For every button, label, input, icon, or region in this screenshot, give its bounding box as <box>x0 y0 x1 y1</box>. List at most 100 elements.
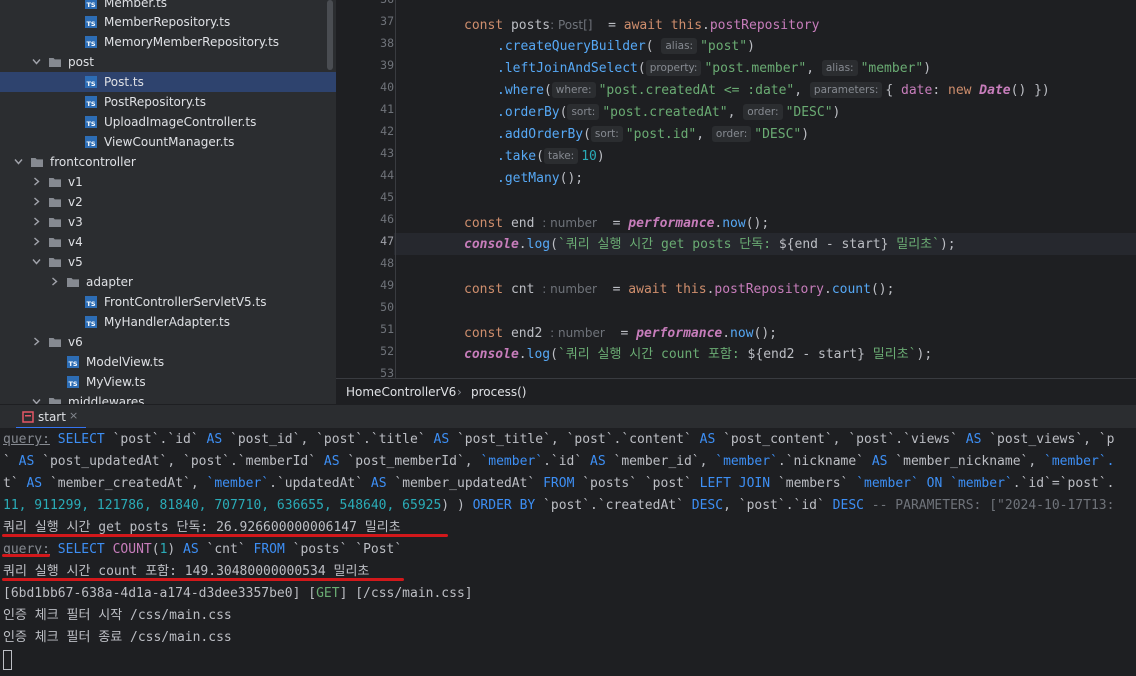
line-number: 53 <box>380 366 394 378</box>
tree-file-item[interactable]: TS UploadImageController.ts <box>0 112 336 132</box>
chevron-down-icon[interactable] <box>14 157 23 165</box>
chevron-right-icon[interactable] <box>32 337 40 346</box>
typescript-file-icon: TS <box>84 0 98 10</box>
tree-item-label: v2 <box>68 195 83 209</box>
line-number: 46 <box>380 212 394 226</box>
svg-text:TS: TS <box>86 80 95 88</box>
folder-icon <box>48 215 62 229</box>
run-config-icon <box>22 411 34 423</box>
line-number: 38 <box>380 36 394 50</box>
tree-file-item[interactable]: TS MyView.ts <box>0 372 336 392</box>
code-line-47[interactable]: console.log(`쿼리 실행 시간 get posts 단독: ${en… <box>464 234 956 256</box>
tree-folder-v4[interactable]: v4 <box>0 232 336 252</box>
breadcrumb-file[interactable]: HomeControllerV6 <box>346 385 456 399</box>
console-line-count-query: query: SELECT COUNT(1) AS `cnt` FROM `po… <box>3 542 403 557</box>
tree-file-item[interactable]: TS FrontControllerServletV5.ts <box>0 292 336 312</box>
code-line-40[interactable]: .where(where: "post.createdAt <= :date", … <box>497 80 1050 102</box>
tree-item-label: MyView.ts <box>86 375 146 389</box>
code-line-39[interactable]: .leftJoinAndSelect(property: "post.member… <box>497 58 931 80</box>
tree-item-label: PostRepository.ts <box>104 95 206 109</box>
breadcrumb-method[interactable]: process() <box>471 385 526 399</box>
tree-item-label: ModelView.ts <box>86 355 165 369</box>
line-number: 49 <box>380 278 394 292</box>
chevron-right-icon[interactable] <box>32 177 40 186</box>
tree-file-item[interactable]: TS ViewCountManager.ts <box>0 132 336 152</box>
svg-text:TS: TS <box>86 120 95 128</box>
red-underline-annotation <box>2 534 448 537</box>
code-line-49[interactable]: const cnt : number = await this.postRepo… <box>464 278 894 300</box>
tree-item-label: Member.ts <box>104 0 168 10</box>
typescript-file-icon: TS <box>84 35 98 49</box>
console-input-cursor[interactable] <box>3 650 12 670</box>
run-tab-start[interactable]: start × <box>16 405 86 429</box>
code-line-42[interactable]: .addOrderBy(sort: "post.id", order: "DESC"… <box>497 124 809 146</box>
tree-item-label: v5 <box>68 255 83 269</box>
breadcrumb-separator: › <box>457 385 462 399</box>
chevron-down-icon[interactable] <box>32 397 41 404</box>
folder-icon <box>48 335 62 349</box>
tree-folder-v3[interactable]: v3 <box>0 212 336 232</box>
svg-text:TS: TS <box>86 100 95 108</box>
breadcrumb: HomeControllerV6 › process() <box>336 378 1136 404</box>
chevron-right-icon[interactable] <box>32 217 40 226</box>
tree-folder-adapter[interactable]: adapter <box>0 272 336 292</box>
tree-item-label: MemberRepository.ts <box>104 15 231 29</box>
chevron-right-icon[interactable] <box>32 237 40 246</box>
tree-file-item[interactable]: TS Post.ts <box>0 72 336 92</box>
red-underline-annotation <box>2 554 50 557</box>
line-number-gutter: 36 37 38 39 40 41 42 43 44 45 46 47 48 49 50 51 52 53 <box>336 0 394 378</box>
code-editor[interactable]: 36 37 38 39 40 41 42 43 44 45 46 47 48 49 50 51 52 53 con… <box>336 0 1136 378</box>
folder-icon <box>30 155 44 169</box>
tree-file-item[interactable]: TS MemoryMemberRepository.ts <box>0 32 336 52</box>
line-number: 52 <box>380 344 394 358</box>
line-number: 36 <box>364 0 394 6</box>
tree-folder-v1[interactable]: v1 <box>0 172 336 192</box>
tree-file-item[interactable]: TS PostRepository.ts <box>0 92 336 112</box>
tree-item-label: v4 <box>68 235 83 249</box>
console-line-query-cont: ` AS `post_updatedAt`, `post`.`memberId`… <box>3 454 1115 469</box>
tree-item-label: adapter <box>86 275 133 289</box>
code-line-37[interactable]: const posts: Post[] = await this.postRep… <box>464 14 819 36</box>
tree-scrollbar[interactable] <box>327 0 333 70</box>
typescript-file-icon: TS <box>84 75 98 89</box>
chevron-right-icon[interactable] <box>50 277 58 286</box>
code-line-46[interactable]: const end : number = performance.now(); <box>464 212 769 234</box>
chevron-down-icon[interactable] <box>32 57 41 65</box>
chevron-down-icon[interactable] <box>32 257 41 265</box>
code-line-51[interactable]: const end2 : number = performance.now(); <box>464 322 777 344</box>
code-line-43[interactable]: .take(take: 10) <box>497 146 605 168</box>
tree-folder-frontcontroller[interactable]: frontcontroller <box>0 152 336 172</box>
code-line-38[interactable]: .createQueryBuilder( alias: "post") <box>497 36 755 58</box>
tree-file-item[interactable]: TS Member.ts <box>0 0 336 13</box>
typescript-file-icon: TS <box>66 355 80 369</box>
run-console-output[interactable]: query: SELECT `post`.`id` AS `post_id`, … <box>0 428 1136 676</box>
tree-folder-v2[interactable]: v2 <box>0 192 336 212</box>
close-icon[interactable]: × <box>69 409 78 422</box>
run-tool-window-header: start × <box>0 404 1136 429</box>
project-tree[interactable]: middlewares TS MyView.ts TS ModelView.ts v6 TS… <box>0 0 336 404</box>
svg-text:TS: TS <box>86 140 95 148</box>
tree-folder-post[interactable]: post <box>0 52 336 72</box>
svg-text:TS: TS <box>68 380 77 388</box>
chevron-right-icon[interactable] <box>32 197 40 206</box>
tree-folder-v5[interactable]: v5 <box>0 252 336 272</box>
svg-text:TS: TS <box>86 300 95 308</box>
tree-item-label: MyHandlerAdapter.ts <box>104 315 230 329</box>
code-line-41[interactable]: .orderBy(sort: "post.createdAt", order: "D… <box>497 102 840 124</box>
run-tab-label: start <box>38 410 66 424</box>
indent-guide <box>395 0 396 378</box>
svg-text:TS: TS <box>68 360 77 368</box>
tree-folder-v6[interactable]: v6 <box>0 332 336 352</box>
tree-folder-middlewares[interactable]: middlewares <box>0 392 336 404</box>
tree-item-label: ViewCountManager.ts <box>104 135 235 149</box>
typescript-file-icon: TS <box>84 295 98 309</box>
code-line-44[interactable]: .getMany(); <box>497 168 583 190</box>
tree-file-item[interactable]: TS MemberRepository.ts <box>0 12 336 32</box>
typescript-file-icon: TS <box>66 375 80 389</box>
tree-file-item[interactable]: TS MyHandlerAdapter.ts <box>0 312 336 332</box>
code-line-52[interactable]: console.log(`쿼리 실행 시간 count 포함: ${end2 -… <box>464 344 932 366</box>
svg-text:TS: TS <box>86 1 95 9</box>
tree-file-item[interactable]: TS ModelView.ts <box>0 352 336 372</box>
console-line-request: [6bd1bb67-638a-4d1a-a174-d3dee3357be0] [… <box>3 586 473 601</box>
svg-text:TS: TS <box>86 320 95 328</box>
